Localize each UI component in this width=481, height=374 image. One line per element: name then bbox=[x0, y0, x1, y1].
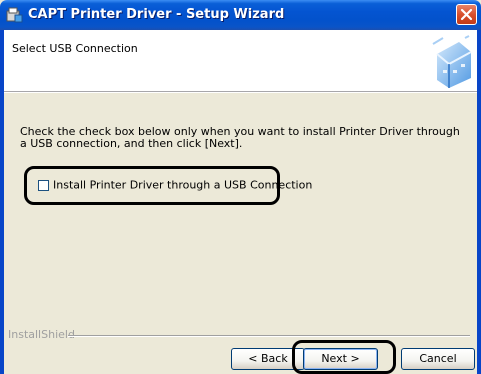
window-title: CAPT Printer Driver - Setup Wizard bbox=[28, 7, 285, 22]
cancel-button[interactable]: Cancel bbox=[401, 348, 475, 370]
printer-graphic-icon bbox=[429, 34, 473, 90]
next-button-callout-highlight bbox=[292, 340, 396, 374]
installer-icon bbox=[6, 6, 23, 23]
footer-divider bbox=[68, 335, 470, 337]
installshield-label: InstallShield bbox=[8, 328, 75, 341]
title-bar[interactable]: CAPT Printer Driver - Setup Wizard bbox=[0, 0, 481, 30]
window-frame-right bbox=[477, 30, 481, 374]
wizard-header: Select USB Connection bbox=[4, 30, 477, 92]
close-icon bbox=[460, 8, 473, 21]
instructions-text: Check the check box below only when you … bbox=[20, 125, 460, 150]
checkbox-callout-highlight bbox=[24, 166, 280, 205]
header-separator bbox=[4, 92, 477, 93]
page-title: Select USB Connection bbox=[12, 42, 138, 55]
close-button[interactable] bbox=[456, 4, 477, 25]
